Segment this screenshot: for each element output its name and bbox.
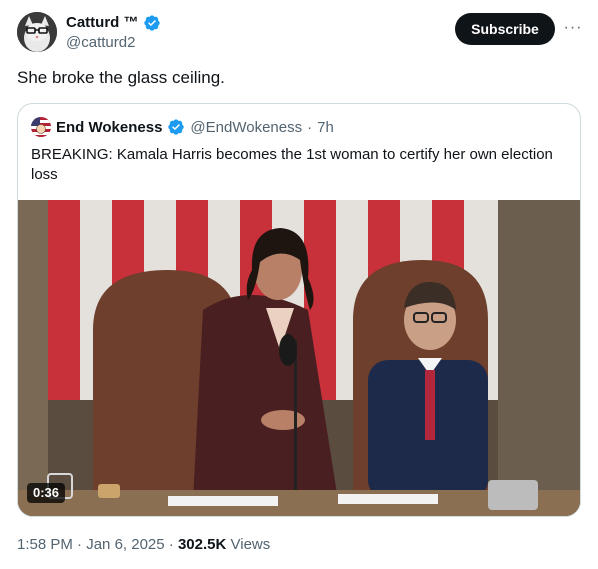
quote-text: BREAKING: Kamala Harris becomes the 1st …	[31, 146, 553, 183]
tweet-time[interactable]: 1:58 PM	[17, 536, 73, 553]
more-dots-icon[interactable]: ···	[563, 18, 583, 38]
video-duration-badge: 0:36	[27, 483, 66, 503]
subscribe-button[interactable]: Subscribe	[455, 13, 555, 45]
quote-timestamp[interactable]: 7h	[317, 119, 334, 136]
tweet-date[interactable]: Jan 6, 2025	[86, 536, 164, 553]
views-label: Views	[230, 536, 271, 553]
tweet-text: She broke the glass ceiling.	[17, 68, 225, 87]
tweet-card: Catturd ™ @catturd2 Subscribe ··· She br…	[0, 0, 598, 569]
quote-author-name[interactable]: End Wokeness	[56, 119, 162, 136]
meta-separator: ·	[168, 536, 174, 553]
quote-header: End Wokeness @EndWokeness · 7h	[31, 117, 334, 137]
views-count: 302.5K	[177, 536, 227, 553]
verified-badge-icon[interactable]	[143, 14, 161, 32]
verified-badge-icon	[167, 118, 185, 136]
author-avatar[interactable]	[17, 12, 57, 52]
quoted-tweet[interactable]: End Wokeness @EndWokeness · 7h BREAKING:…	[17, 103, 581, 517]
tweet-meta: 1:58 PM · Jan 6, 2025 · 302.5K Views	[17, 535, 270, 555]
meta-separator: ·	[77, 536, 83, 553]
video-thumbnail[interactable]: 0:36	[18, 200, 580, 516]
quote-author-avatar[interactable]	[31, 117, 51, 137]
author-block: Catturd ™ @catturd2	[66, 14, 161, 53]
quote-separator: ·	[307, 118, 313, 136]
author-name[interactable]: Catturd ™	[66, 14, 139, 32]
quote-author-handle[interactable]: @EndWokeness	[190, 119, 302, 136]
author-handle[interactable]: @catturd2	[66, 33, 161, 53]
